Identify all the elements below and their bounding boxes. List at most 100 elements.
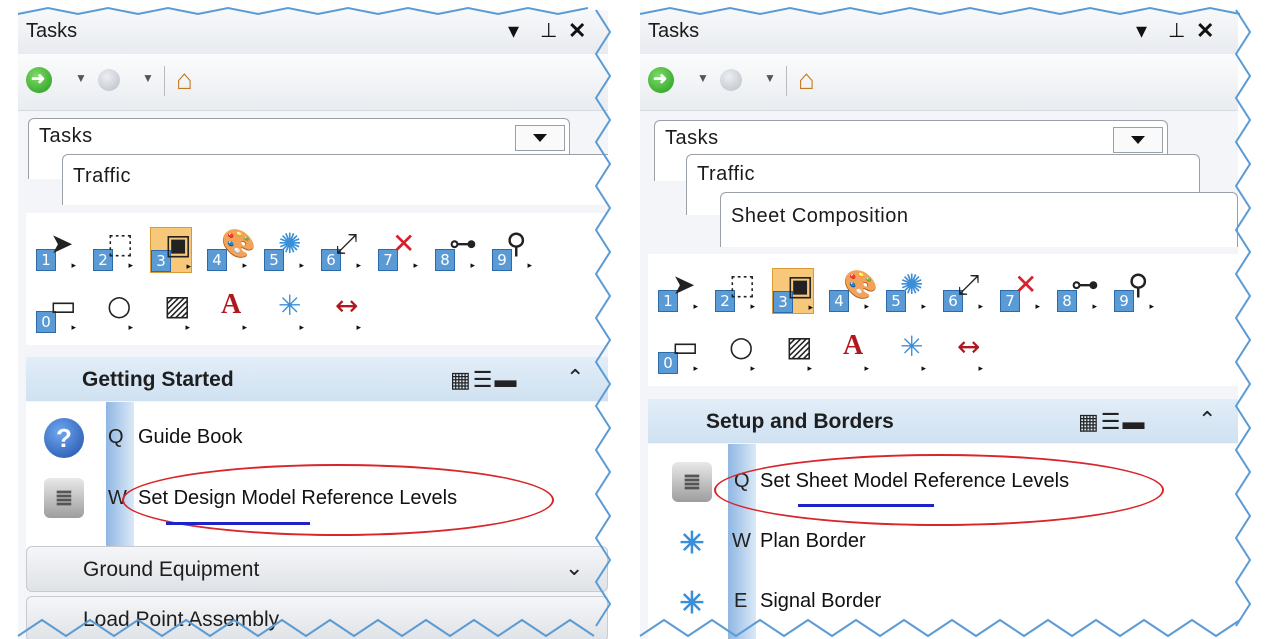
section-header-setup-and-borders[interactable]: Setup and Borders ▦☰▬ ⌃ — [648, 399, 1238, 443]
panel-menu-dropdown-icon[interactable]: ▾ — [508, 18, 519, 44]
forward-history-dropdown[interactable]: ▼ — [764, 71, 776, 85]
section-header-getting-started[interactable]: Getting Started ▦☰▬ ⌃ — [26, 357, 608, 401]
hatch-icon[interactable]: ▨ ▸ — [150, 289, 190, 333]
forward-history-dropdown[interactable]: ▼ — [142, 71, 154, 85]
section-load-point-assembly[interactable]: Load Point Assembly — [26, 596, 608, 639]
lightbulb-icon-glyph: ✺ — [900, 268, 924, 301]
hatch-icon[interactable]: ▨ ▸ — [772, 330, 812, 374]
shortcut-key: E — [734, 590, 748, 612]
view-mode-icons[interactable]: ▦☰▬ — [450, 367, 519, 393]
dashed-rectangle-icon-glyph: ⬚ — [107, 227, 134, 260]
scale-arrow-icon[interactable]: 6 ⤢ ▸ — [321, 227, 361, 271]
flyout-indicator: ▸ — [356, 261, 361, 271]
lightbulb-icon[interactable]: 5 ✺ ▸ — [264, 227, 304, 271]
light-bulb-node-icon[interactable]: 9 ⚲ ▸ — [1114, 268, 1154, 312]
toolbar-separator — [786, 66, 787, 96]
back-button[interactable]: ➜ — [26, 67, 52, 93]
select-arrow-icon[interactable]: 1 ➤ ▸ — [658, 268, 698, 312]
tab-traffic-label: Traffic — [73, 165, 131, 187]
circle-icon[interactable]: ○ ▸ — [715, 330, 755, 374]
flyout-indicator: ▸ — [807, 364, 812, 374]
chevron-up-icon[interactable]: ⌃ — [566, 365, 584, 391]
back-button[interactable]: ➜ — [648, 67, 674, 93]
text-a-icon[interactable]: A ▸ — [829, 330, 869, 374]
highlight-oval — [122, 464, 554, 536]
panel-title-bar: Tasks ▾ ⊥ ✕ — [640, 10, 1238, 54]
palette-icon[interactable]: 4 🎨 ▸ — [207, 227, 256, 271]
flyout-indicator: ▸ — [186, 262, 191, 272]
chevron-up-icon[interactable]: ⌃ — [1198, 407, 1216, 433]
border-star-icon: ✳ — [679, 587, 705, 620]
flyout-indicator: ▸ — [299, 261, 304, 271]
section-ground-equipment[interactable]: Ground Equipment ⌄ — [26, 546, 608, 592]
dashed-rectangle-icon[interactable]: 2 ⬚ ▸ — [93, 227, 133, 271]
back-arrow-icon: ➜ — [31, 69, 46, 88]
select-arrow-icon-glyph: ➤ — [50, 227, 74, 260]
flyout-indicator: ▸ — [413, 261, 418, 271]
place-element-icon[interactable]: 3 ▣ ▸ — [150, 227, 192, 273]
text-a-icon[interactable]: A ▸ — [207, 289, 247, 333]
flyout-indicator: ▸ — [128, 323, 133, 333]
flyout-indicator: ▸ — [356, 323, 361, 333]
view-mode-icons[interactable]: ▦☰▬ — [1078, 409, 1147, 435]
select-arrow-icon[interactable]: 1 ➤ ▸ — [36, 227, 76, 271]
home-icon[interactable]: ⌂ — [798, 64, 815, 96]
highlight-oval — [714, 454, 1164, 526]
task-item-guide-book[interactable]: Guide Book — [138, 426, 243, 449]
place-element-icon[interactable]: 3 ▣ ▸ — [772, 268, 814, 314]
tasks-dropdown-button[interactable] — [1113, 127, 1163, 153]
text-a-icon-glyph: A — [221, 289, 242, 320]
emphasis-underline — [798, 504, 934, 507]
forward-button[interactable] — [98, 69, 120, 91]
dimension-icon[interactable]: ↔ ▸ — [943, 330, 983, 374]
scale-arrow-icon[interactable]: 6 ⤢ ▸ — [943, 268, 983, 312]
lightbulb-icon[interactable]: 5 ✺ ▸ — [886, 268, 926, 312]
back-arrow-icon: ➜ — [653, 69, 668, 88]
light-bulb-node-icon[interactable]: 9 ⚲ ▸ — [492, 227, 532, 271]
delete-x-icon[interactable]: 7 ✕ ▸ — [378, 227, 418, 271]
scale-arrow-icon-glyph: ⤢ — [957, 268, 980, 301]
rectangle-icon[interactable]: 0 ▭ ▸ — [658, 330, 698, 374]
cell-star-icon[interactable]: ✳ ▸ — [886, 330, 926, 374]
measure-icon[interactable]: 8 ⊶ ▸ — [435, 227, 477, 271]
close-icon[interactable]: ✕ — [568, 18, 586, 44]
layers-icon: ≣ — [44, 478, 84, 518]
measure-icon-glyph: ⊶ — [449, 227, 477, 260]
chevron-down-icon[interactable]: ⌄ — [565, 555, 583, 581]
tab-sheet-composition-label: Sheet Composition — [731, 205, 909, 227]
tasks-dropdown-button[interactable] — [515, 125, 565, 151]
delete-x-icon[interactable]: 7 ✕ ▸ — [1000, 268, 1040, 312]
task-item-signal-border[interactable]: Signal Border — [760, 590, 881, 613]
flyout-indicator: ▸ — [750, 302, 755, 312]
border-star-icon: ✳ — [679, 527, 705, 560]
dimension-icon[interactable]: ↔ ▸ — [321, 289, 361, 333]
tab-traffic[interactable]: Traffic — [62, 154, 608, 205]
pin-icon[interactable]: ⊥ — [540, 18, 557, 43]
task-item-plan-border[interactable]: Plan Border — [760, 530, 866, 553]
section-label: Ground Equipment — [83, 558, 260, 581]
measure-icon[interactable]: 8 ⊶ ▸ — [1057, 268, 1099, 312]
tab-sheet-composition[interactable]: Sheet Composition — [720, 192, 1238, 247]
panel-title: Tasks — [648, 20, 700, 42]
shortcut-key: W — [732, 530, 751, 552]
forward-button[interactable] — [720, 69, 742, 91]
circle-icon[interactable]: ○ ▸ — [93, 289, 133, 333]
select-arrow-icon-glyph: ➤ — [672, 268, 696, 301]
back-history-dropdown[interactable]: ▼ — [75, 71, 87, 85]
palette-icon[interactable]: 4 🎨 ▸ — [829, 268, 878, 312]
light-bulb-node-icon-glyph: ⚲ — [506, 227, 527, 260]
light-bulb-node-icon-glyph: ⚲ — [1128, 268, 1149, 301]
home-icon[interactable]: ⌂ — [176, 64, 193, 96]
section-title: Setup and Borders — [706, 410, 894, 433]
pin-icon[interactable]: ⊥ — [1168, 18, 1185, 43]
close-icon[interactable]: ✕ — [1196, 18, 1214, 44]
back-history-dropdown[interactable]: ▼ — [697, 71, 709, 85]
panel-menu-dropdown-icon[interactable]: ▾ — [1136, 18, 1147, 44]
flyout-indicator: ▸ — [978, 302, 983, 312]
rectangle-icon[interactable]: 0 ▭ ▸ — [36, 289, 76, 333]
flyout-indicator: ▸ — [71, 323, 76, 333]
cell-star-icon[interactable]: ✳ ▸ — [264, 289, 304, 333]
shortcut-key: Q — [108, 426, 124, 448]
dashed-rectangle-icon[interactable]: 2 ⬚ ▸ — [715, 268, 755, 312]
flyout-indicator: ▸ — [978, 364, 983, 374]
